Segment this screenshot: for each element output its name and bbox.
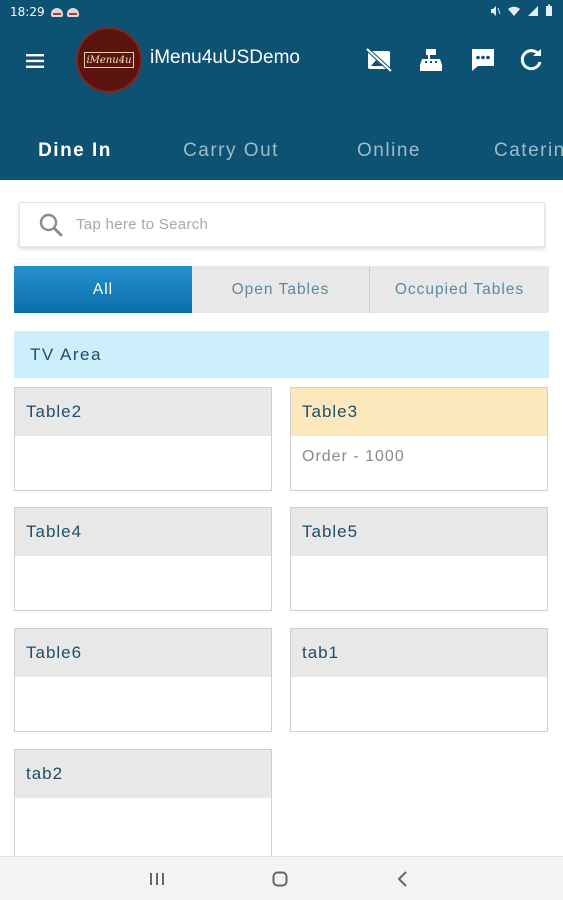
filter-all[interactable]: All: [14, 266, 192, 313]
messages-button[interactable]: [466, 44, 500, 76]
table-name: tab2: [15, 750, 271, 798]
table-card[interactable]: Table3 Order - 1000: [290, 387, 548, 491]
table-order-info: Order - 1000: [302, 448, 405, 465]
hamburger-icon: [26, 54, 44, 68]
table-name: Table3: [291, 388, 547, 436]
search-icon: [39, 213, 63, 236]
search-input[interactable]: Tap here to Search: [19, 202, 545, 247]
app-bar: iMenu4u iMenu4uUSDemo Dine In Carry Out …: [0, 24, 563, 180]
table-detail: [15, 677, 271, 689]
tab-catering[interactable]: Catering: [466, 120, 563, 182]
order-type-tabs: Dine In Carry Out Online Catering: [0, 120, 563, 182]
table-filter: All Open Tables Occupied Tables: [14, 266, 549, 313]
table-detail: [15, 556, 271, 568]
area-header: TV Area: [14, 331, 549, 378]
notification-icon: [50, 7, 63, 17]
table-detail: [15, 798, 271, 810]
status-bar: 18:29: [0, 0, 563, 24]
home-icon: [272, 871, 288, 887]
recent-apps-icon: [150, 873, 164, 885]
battery-icon: [546, 4, 552, 16]
recent-apps-button[interactable]: [137, 865, 177, 893]
status-time: 18:29: [10, 5, 45, 19]
back-icon: [397, 871, 407, 887]
refresh-button[interactable]: [514, 44, 548, 76]
wifi-icon: [508, 6, 520, 16]
table-card[interactable]: Table5: [290, 507, 548, 611]
system-icons: [489, 4, 553, 17]
filter-open-tables[interactable]: Open Tables: [192, 266, 370, 313]
filter-occupied-tables[interactable]: Occupied Tables: [370, 266, 549, 313]
tab-dine-in[interactable]: Dine In: [0, 120, 150, 182]
table-card[interactable]: Table4: [14, 507, 272, 611]
table-card[interactable]: Table2: [14, 387, 272, 491]
back-button[interactable]: [383, 865, 423, 893]
no-image-button[interactable]: [362, 44, 396, 76]
tab-carry-out[interactable]: Carry Out: [150, 120, 312, 182]
table-name: Table6: [15, 629, 271, 677]
table-detail: [291, 677, 547, 689]
mute-icon: [491, 5, 501, 16]
table-name: Table4: [15, 508, 271, 556]
logo-wordmark: iMenu4u: [84, 52, 134, 68]
table-name: Table5: [291, 508, 547, 556]
notification-icon: [66, 7, 79, 17]
menu-button[interactable]: [20, 47, 50, 75]
signal-icon: [528, 5, 538, 16]
app-logo: iMenu4u: [76, 27, 142, 93]
table-detail: [15, 436, 271, 448]
table-name: tab1: [291, 629, 547, 677]
table-detail: [291, 556, 547, 568]
no-image-icon: [365, 48, 393, 72]
table-card[interactable]: tab2: [14, 749, 272, 869]
home-button[interactable]: [260, 865, 300, 893]
refresh-icon: [520, 49, 542, 71]
chat-icon: [472, 49, 494, 71]
table-card[interactable]: Table6: [14, 628, 272, 732]
table-card[interactable]: tab1: [290, 628, 548, 732]
cash-register-icon: [420, 49, 442, 71]
app-title: iMenu4uUSDemo: [150, 47, 300, 68]
tab-online[interactable]: Online: [312, 120, 466, 182]
search-placeholder: Tap here to Search: [76, 216, 209, 233]
system-nav-bar: [0, 856, 563, 900]
cash-register-button[interactable]: [414, 44, 448, 76]
table-name: Table2: [15, 388, 271, 436]
